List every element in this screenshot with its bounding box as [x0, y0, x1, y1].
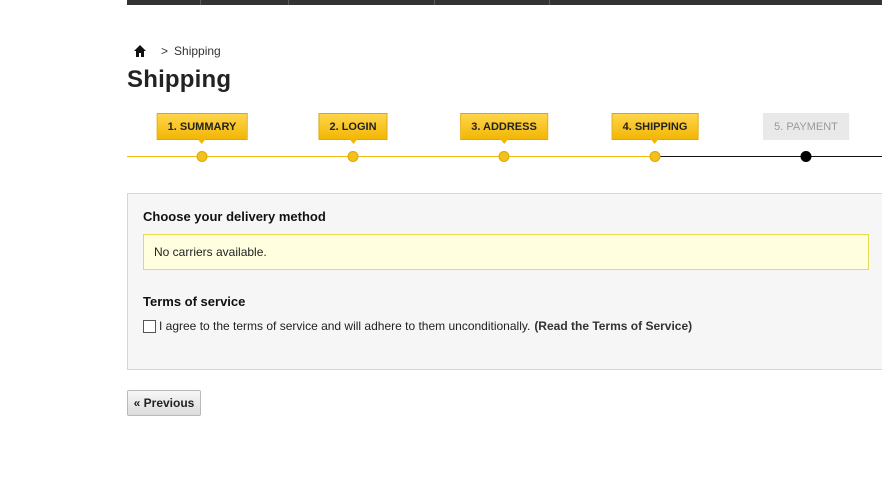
- step-dot: [498, 151, 510, 162]
- top-navigation-bar: [127, 0, 882, 5]
- previous-button[interactable]: « Previous: [127, 390, 201, 416]
- nav-divider: [434, 0, 435, 5]
- terms-heading: Terms of service: [143, 294, 246, 309]
- terms-agree-text: I agree to the terms of service and will…: [159, 319, 531, 333]
- step-dot: [347, 151, 359, 162]
- nav-divider: [549, 0, 550, 5]
- breadcrumb-separator: >: [161, 44, 169, 58]
- nav-divider: [288, 0, 289, 5]
- nav-divider: [200, 0, 201, 5]
- terms-agreement-row: I agree to the terms of service and will…: [143, 319, 692, 333]
- terms-checkbox[interactable]: [143, 319, 156, 333]
- step-label: 5. PAYMENT: [763, 113, 849, 140]
- step-label[interactable]: 1. SUMMARY: [156, 113, 248, 144]
- step-dot: [196, 151, 208, 162]
- step-dot: [649, 151, 661, 162]
- progress-track-remaining: [655, 156, 882, 157]
- home-icon[interactable]: [133, 44, 147, 58]
- delivery-options-panel: Choose your delivery method No carriers …: [127, 193, 882, 370]
- delivery-method-heading: Choose your delivery method: [143, 209, 326, 224]
- breadcrumb: > Shipping: [133, 43, 221, 59]
- checkout-progress-steps: 1. SUMMARY 2. LOGIN 3. ADDRESS 4. SHIPPI…: [127, 108, 882, 168]
- breadcrumb-current: Shipping: [174, 44, 221, 58]
- step-dot: [800, 151, 812, 162]
- page-title: Shipping: [127, 66, 232, 93]
- step-label[interactable]: 2. LOGIN: [318, 113, 388, 144]
- step-label: 4. SHIPPING: [611, 113, 699, 144]
- read-terms-link[interactable]: (Read the Terms of Service): [534, 319, 692, 333]
- step-label[interactable]: 3. ADDRESS: [460, 113, 548, 144]
- no-carriers-alert: No carriers available.: [143, 234, 869, 270]
